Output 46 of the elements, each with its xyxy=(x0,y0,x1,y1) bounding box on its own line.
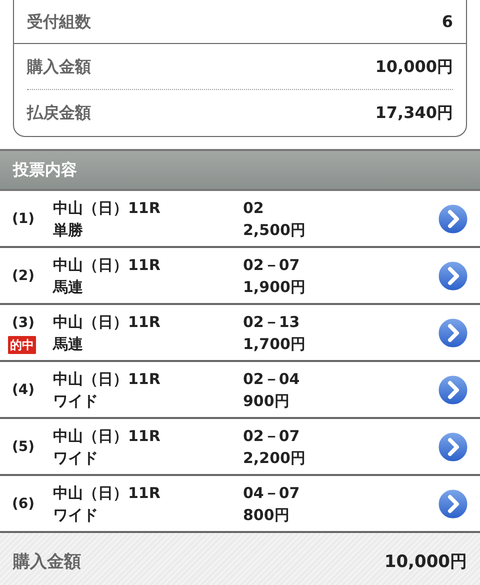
combination: 02－13 xyxy=(243,312,301,332)
summary-value: 6 xyxy=(442,11,453,33)
race-name: 中山（日）11R xyxy=(53,482,162,504)
race-name: 中山（日）11R xyxy=(53,254,162,276)
combination: 02－07 xyxy=(243,426,301,446)
disclosure-chevron-icon[interactable] xyxy=(436,202,470,236)
section-title: 投票内容 xyxy=(13,159,77,181)
summary-label: 購入金額 xyxy=(27,56,91,78)
bet-amount: 1,900円 xyxy=(243,276,306,298)
combination: 04－07 xyxy=(243,482,301,504)
bet-amount: 900円 xyxy=(243,390,290,412)
bet-type: 馬連 xyxy=(53,334,84,354)
disclosure-chevron-icon[interactable] xyxy=(436,258,470,292)
combination: 02－04 xyxy=(243,368,301,390)
race-name: 中山（日）11R xyxy=(53,426,162,446)
summary-value: 10,000円 xyxy=(375,56,453,78)
footer-value: 10,000円 xyxy=(384,551,467,574)
bet-type: 単勝 xyxy=(53,220,84,240)
combination: 02 xyxy=(243,198,265,218)
bet-number: (4) xyxy=(11,380,35,400)
race-name: 中山（日）11R xyxy=(53,368,162,390)
hit-badge: 的中 xyxy=(8,336,36,354)
disclosure-chevron-icon[interactable] xyxy=(436,316,470,350)
disclosure-chevron-icon[interactable] xyxy=(436,372,470,406)
bet-type: ワイド xyxy=(53,504,99,526)
bet-number: (6) xyxy=(11,494,35,514)
bet-number: (2) xyxy=(11,266,35,286)
disclosure-chevron-icon[interactable] xyxy=(436,430,470,464)
bet-amount: 1,700円 xyxy=(243,334,306,354)
race-name: 中山（日）11R xyxy=(53,198,162,218)
footer-label: 購入金額 xyxy=(13,551,81,574)
bet-amount: 2,500円 xyxy=(243,220,306,240)
bet-type: ワイド xyxy=(53,390,99,412)
bet-type: ワイド xyxy=(53,448,99,468)
summary-label: 払戻金額 xyxy=(27,102,91,124)
summary-label: 受付組数 xyxy=(27,11,91,33)
summary-value: 17,340円 xyxy=(375,102,453,124)
bet-number: (5) xyxy=(11,438,35,456)
combination: 02－07 xyxy=(243,254,301,276)
bet-number: (1) xyxy=(11,210,35,228)
bet-number: (3) xyxy=(11,314,35,332)
race-name: 中山（日）11R xyxy=(53,312,162,332)
bet-amount: 2,200円 xyxy=(243,448,306,468)
disclosure-chevron-icon[interactable] xyxy=(436,486,470,520)
bet-type: 馬連 xyxy=(53,276,84,298)
bet-amount: 800円 xyxy=(243,504,290,526)
